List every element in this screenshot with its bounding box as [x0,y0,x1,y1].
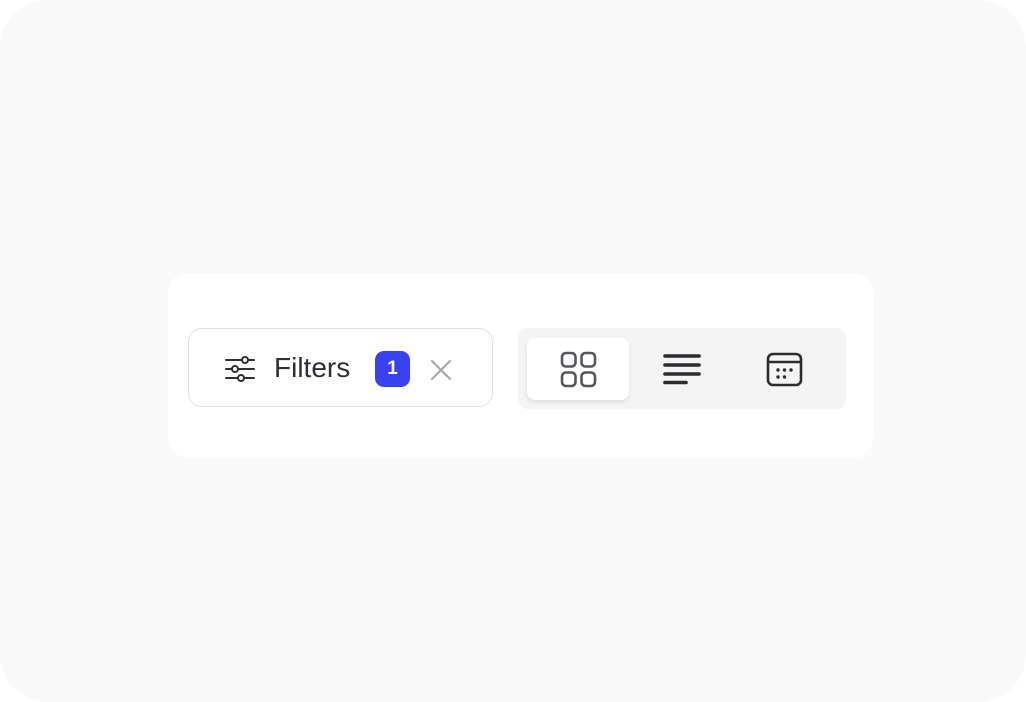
filters-label: Filters [274,352,351,383]
page-background: Filters 1 [0,0,1026,702]
list-view-button[interactable] [631,338,733,400]
list-icon [663,354,701,385]
view-toggle [518,328,846,409]
clear-filters-button[interactable] [428,357,454,383]
calendar-icon [766,352,803,387]
close-icon [430,359,452,381]
sliders-icon [225,355,255,383]
grid-view-button[interactable] [527,338,629,400]
toolbar-card: Filters 1 [168,273,873,458]
grid-icon [560,351,597,388]
calendar-view-button[interactable] [733,338,835,400]
filter-count-badge: 1 [375,351,410,387]
filters-button[interactable]: Filters 1 [188,328,493,407]
